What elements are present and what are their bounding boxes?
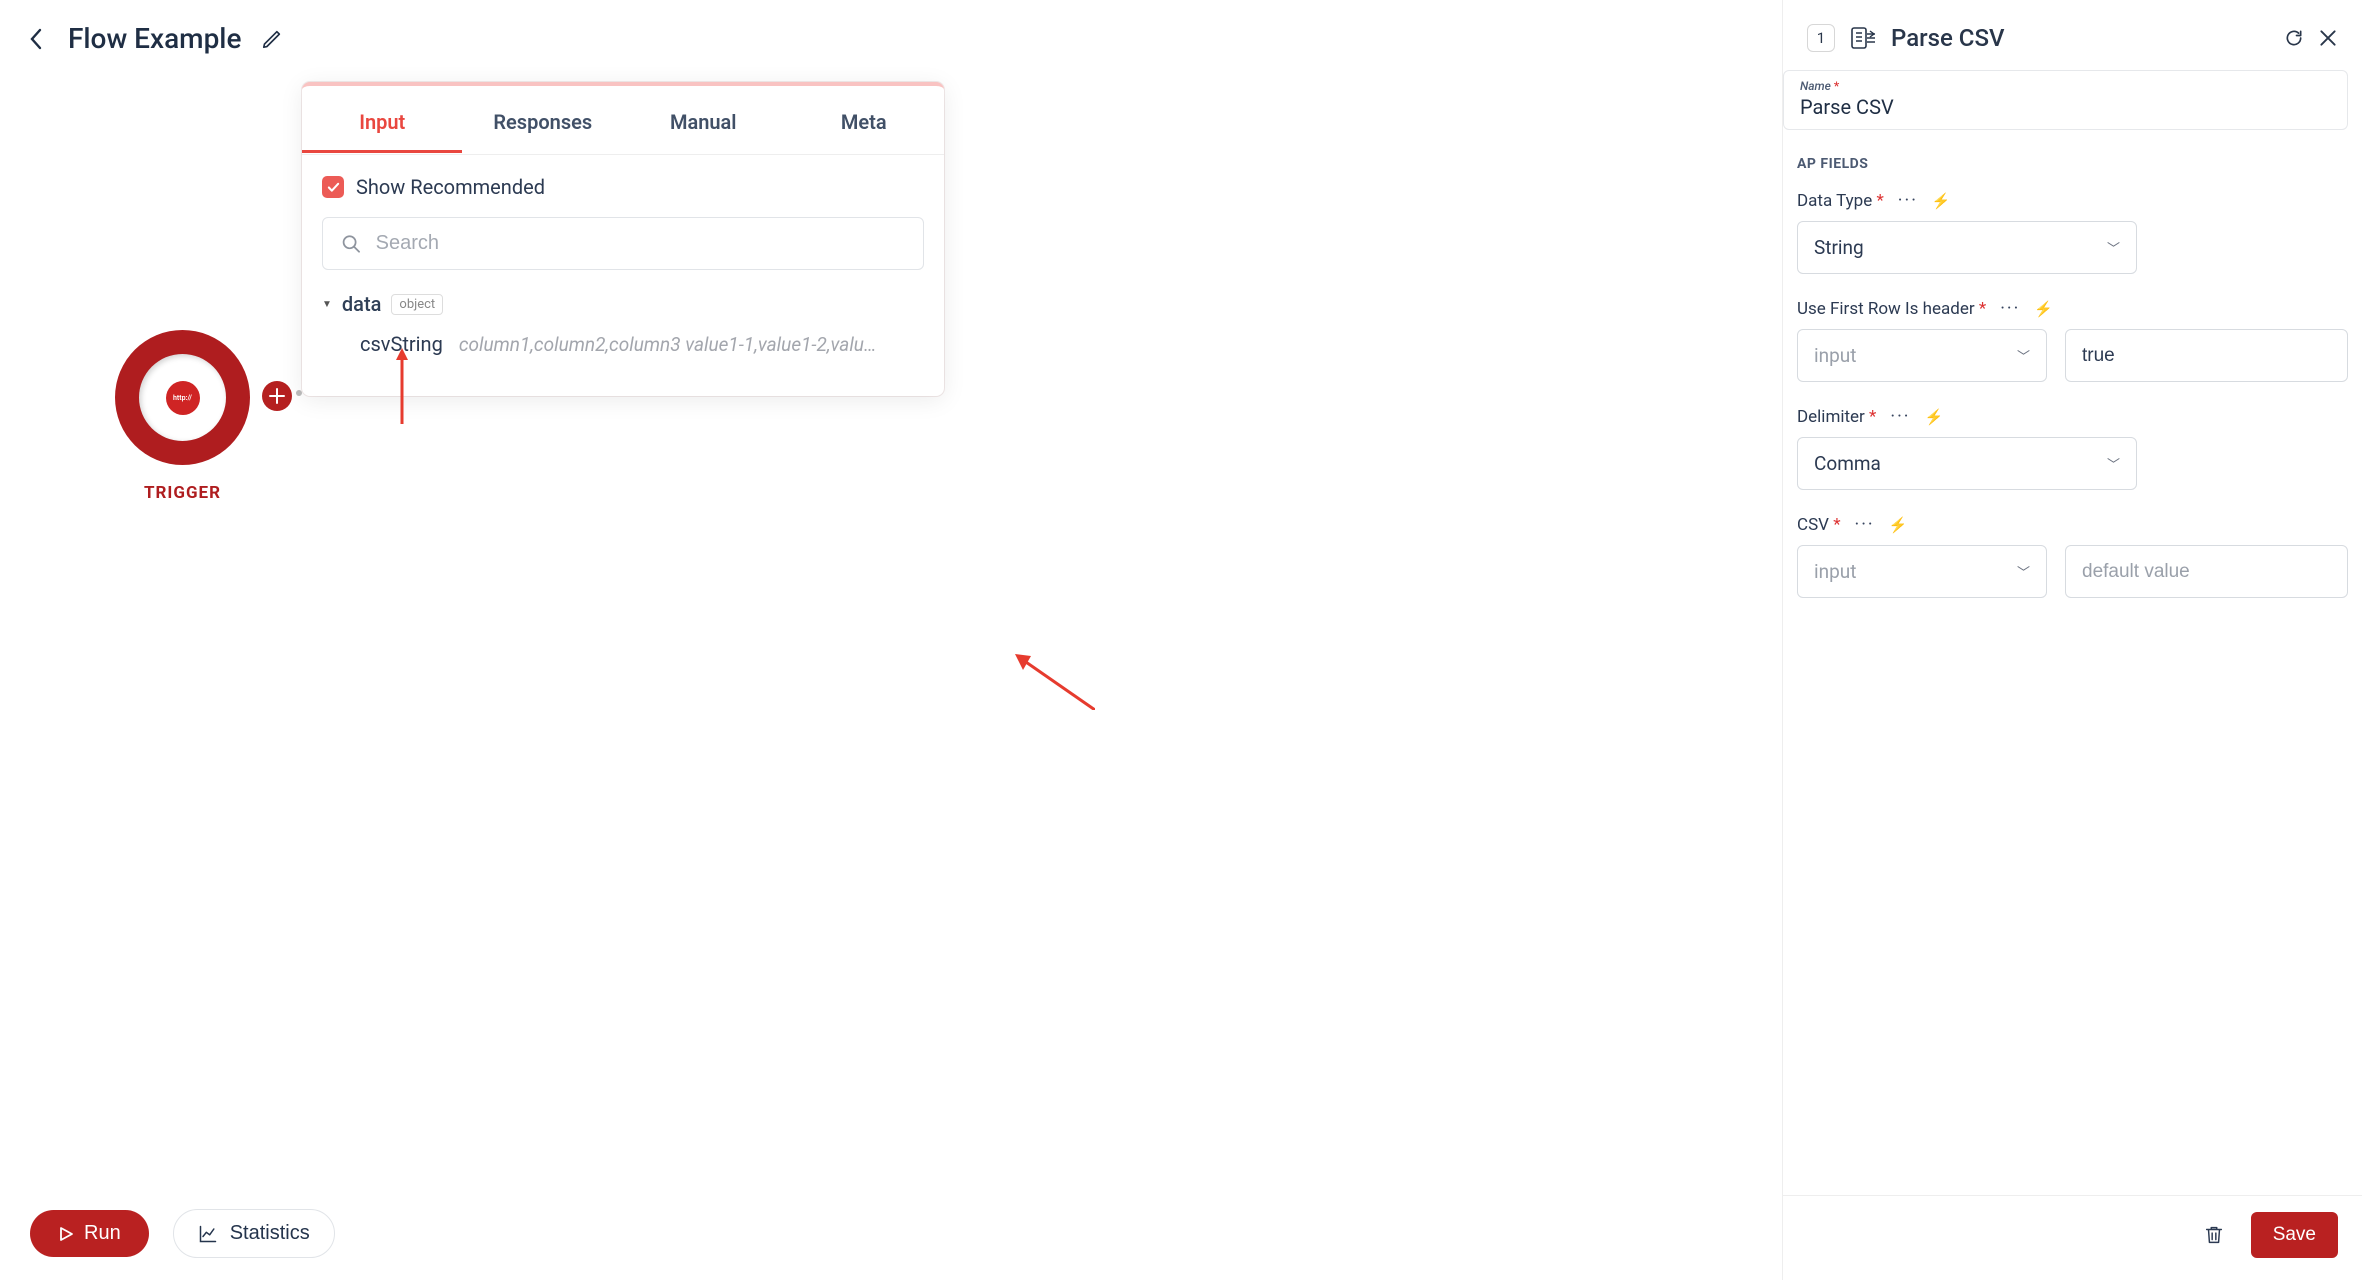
tree-child-value: column1,column2,column3 value1-1,value1-…: [459, 333, 879, 356]
tree-root-row[interactable]: ▼ data object: [322, 292, 924, 316]
step-config-panel: 1 Parse CSV Name * Parse CSV AP FIELDS D…: [1782, 0, 2362, 1280]
tree-child-row[interactable]: csvString column1,column2,column3 value1…: [360, 332, 924, 356]
search-input[interactable]: [376, 232, 905, 255]
tab-meta[interactable]: Meta: [784, 86, 945, 154]
bolt-icon: ⚡: [1889, 516, 1908, 534]
tree-root-label: data: [342, 292, 382, 316]
chevron-down-icon: ﹀: [2107, 238, 2120, 257]
field-menu-button[interactable]: ···: [2000, 298, 2020, 319]
delete-step-button[interactable]: [2203, 1224, 2225, 1246]
use-first-row-value-input[interactable]: [2065, 329, 2348, 382]
chart-icon: [198, 1224, 218, 1244]
step-name-label: Name: [1800, 79, 1831, 93]
tree-child-key: csvString: [360, 332, 443, 356]
csv-source-select[interactable]: input ﹀: [1797, 545, 2047, 598]
parse-csv-icon: [1849, 24, 1877, 52]
trigger-node-label: TRIGGER: [115, 483, 250, 503]
use-first-row-label: Use First Row Is header *: [1797, 299, 1986, 319]
check-icon: [327, 181, 340, 194]
tree-root-type-tag: object: [391, 294, 443, 315]
use-first-row-source-select[interactable]: input ﹀: [1797, 329, 2047, 382]
show-recommended-checkbox[interactable]: [322, 176, 344, 198]
search-box[interactable]: [322, 217, 924, 270]
http-icon: http://: [166, 381, 200, 415]
chevron-down-icon: ﹀: [2017, 562, 2030, 581]
delimiter-label: Delimiter *: [1797, 407, 1876, 427]
chevron-down-icon: ﹀: [2107, 454, 2120, 473]
play-icon: [58, 1226, 74, 1242]
field-menu-button[interactable]: ···: [1890, 406, 1910, 427]
field-menu-button[interactable]: ···: [1855, 514, 1875, 535]
tab-responses[interactable]: Responses: [463, 86, 624, 154]
reload-icon: [2284, 28, 2304, 48]
tab-manual[interactable]: Manual: [623, 86, 784, 154]
delimiter-select[interactable]: Comma ﹀: [1797, 437, 2137, 490]
reload-button[interactable]: [2284, 28, 2304, 48]
step-name-field[interactable]: Name * Parse CSV: [1783, 70, 2348, 130]
caret-down-icon: ▼: [322, 299, 332, 310]
add-step-button[interactable]: [262, 381, 292, 411]
step-name-value: Parse CSV: [1800, 95, 2331, 119]
save-button[interactable]: Save: [2251, 1212, 2338, 1258]
run-button[interactable]: Run: [30, 1210, 149, 1257]
csv-value-input[interactable]: [2065, 545, 2348, 598]
trigger-node[interactable]: http:// TRIGGER: [115, 330, 250, 503]
close-icon: [2318, 28, 2338, 48]
chevron-down-icon: ﹀: [2017, 346, 2030, 365]
data-type-select[interactable]: String ﹀: [1797, 221, 2137, 274]
tab-input[interactable]: Input: [302, 86, 463, 154]
data-picker-tabs: Input Responses Manual Meta: [302, 86, 944, 155]
csv-label: CSV *: [1797, 515, 1841, 535]
bolt-icon: ⚡: [2034, 300, 2053, 318]
show-recommended-label: Show Recommended: [356, 175, 545, 199]
statistics-button[interactable]: Statistics: [173, 1209, 335, 1258]
search-icon: [341, 233, 362, 255]
data-type-label: Data Type *: [1797, 191, 1884, 211]
data-picker-panel: Input Responses Manual Meta Show Recomme…: [302, 82, 944, 396]
field-menu-button[interactable]: ···: [1898, 190, 1918, 211]
data-tree: ▼ data object csvString column1,column2,…: [322, 292, 924, 356]
section-title: AP FIELDS: [1783, 156, 2362, 172]
bolt-icon: ⚡: [1932, 192, 1951, 210]
bolt-icon: ⚡: [1924, 408, 1943, 426]
step-number-badge: 1: [1807, 24, 1835, 52]
step-title: Parse CSV: [1891, 24, 2270, 52]
trash-icon: [2203, 1224, 2225, 1246]
plus-icon: [269, 388, 285, 404]
close-panel-button[interactable]: [2318, 28, 2338, 48]
